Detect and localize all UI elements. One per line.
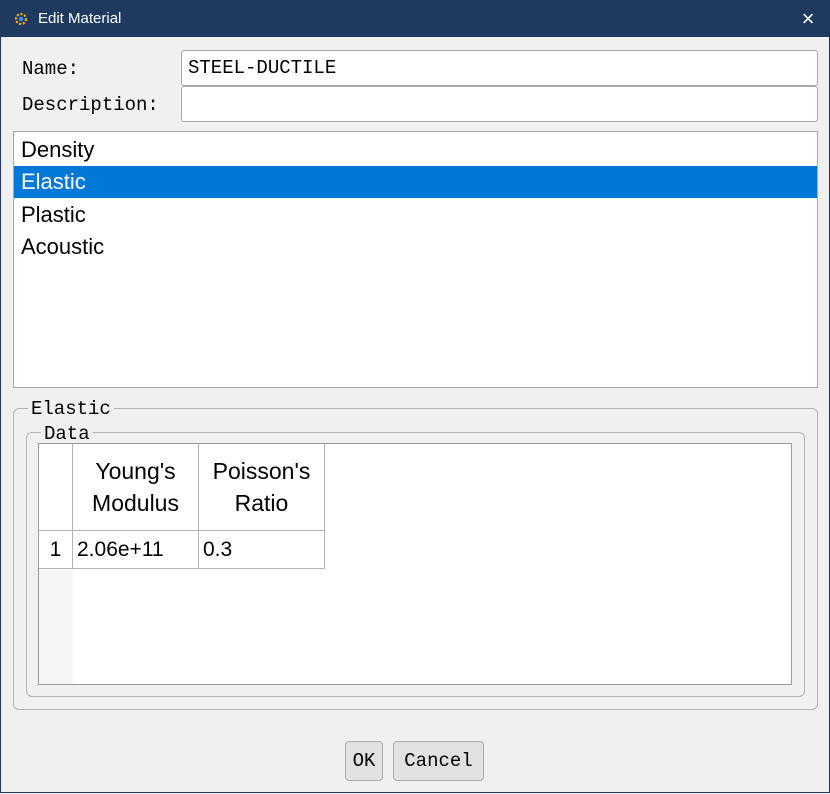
column-header-line: Young's xyxy=(95,458,176,484)
cancel-button[interactable]: Cancel xyxy=(393,741,484,781)
close-icon[interactable]: × xyxy=(786,0,830,37)
window-title: Edit Material xyxy=(38,10,122,27)
title-bar[interactable]: Edit Material × xyxy=(0,0,830,37)
data-group-title: Data xyxy=(41,424,93,444)
property-item-density[interactable]: Density xyxy=(14,134,817,166)
name-field[interactable]: STEEL-DUCTILE xyxy=(181,50,818,86)
column-header-line: Modulus xyxy=(92,490,179,516)
property-item-acoustic[interactable]: Acoustic xyxy=(14,231,817,263)
table-cell-youngs-modulus[interactable]: 2.06e+11 xyxy=(73,531,199,569)
column-header-line: Poisson's xyxy=(212,458,311,484)
description-field[interactable] xyxy=(181,86,818,122)
column-header-line: Ratio xyxy=(234,490,289,516)
row-header[interactable]: 1 xyxy=(39,531,73,569)
property-item-plastic[interactable]: Plastic xyxy=(14,199,817,231)
name-label: Name: xyxy=(22,58,80,80)
property-item-elastic[interactable]: Elastic xyxy=(14,166,817,198)
property-list[interactable]: Density Elastic Plastic Acoustic xyxy=(13,131,818,388)
elastic-group-title: Elastic xyxy=(28,399,114,419)
table-corner[interactable] xyxy=(39,444,73,531)
column-header-youngs-modulus[interactable]: Young's Modulus xyxy=(73,444,199,531)
ok-button[interactable]: OK xyxy=(345,741,383,781)
column-header-poissons-ratio[interactable]: Poisson's Ratio xyxy=(199,444,325,531)
description-label: Description: xyxy=(22,94,159,116)
table-cell-poissons-ratio[interactable]: 0.3 xyxy=(199,531,325,569)
elastic-data-table[interactable]: Young's Modulus Poisson's Ratio 1 2.06e+… xyxy=(38,443,792,685)
gear-icon xyxy=(14,12,28,26)
